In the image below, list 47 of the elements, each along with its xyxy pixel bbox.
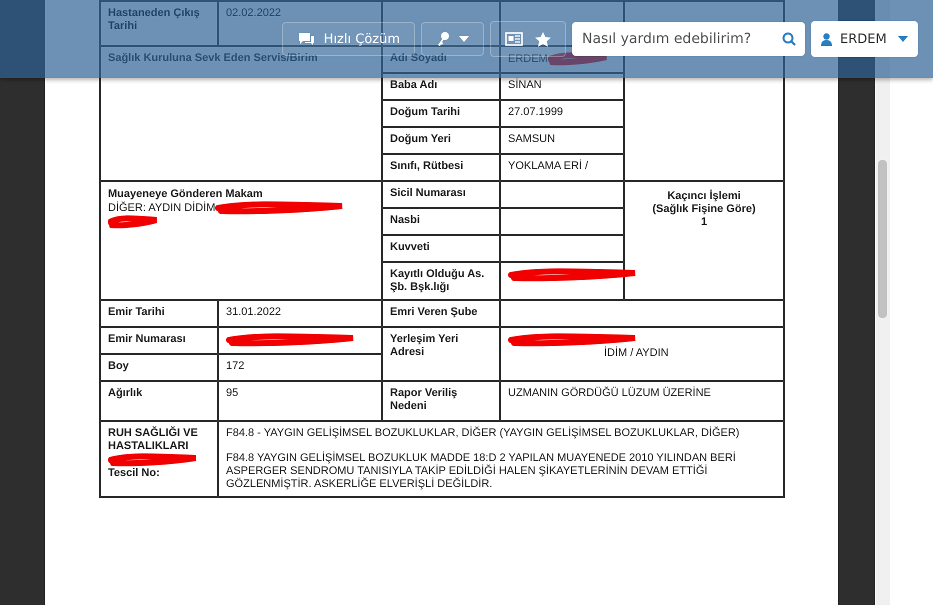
user-menu-button[interactable]: ERDEM (811, 21, 918, 57)
field-value: 95 (226, 387, 238, 399)
field-label: (Sağlık Fişine Göre) (651, 203, 757, 216)
field-value: SİNAN (508, 79, 542, 91)
search-field[interactable]: Nasıl yardım edebilirim? (572, 22, 805, 56)
field-label: Kaçıncı İşlemi (666, 190, 742, 203)
key-icon (436, 31, 450, 47)
field-label: Kuvveti (390, 241, 430, 253)
field-value: 02.02.2022 (226, 7, 282, 19)
field-value: ERDEM (508, 52, 548, 65)
caret-icon (898, 36, 908, 42)
field-label: Boy (108, 360, 129, 372)
field-label: Emir Tarihi (108, 306, 165, 318)
field-label: Tescil No: (108, 467, 160, 479)
field-label: Muayeneye Gönderen Makam (108, 188, 264, 201)
field-label: Doğum Yeri (390, 133, 451, 145)
caret-icon (459, 36, 469, 42)
field-label: Emri Veren Şube (390, 306, 478, 318)
field-value: İDİM / AYDIN (604, 347, 669, 359)
field-value: YOKLAMA ERİ / (508, 160, 588, 172)
chat-icon (296, 32, 315, 46)
field-value: 1 (700, 216, 708, 229)
field-value: 31.01.2022 (226, 306, 282, 318)
field-label: Kayıtlı Olduğu As. Şb. Bşk.lığı (390, 268, 484, 293)
field-label: Sınıfı, Rütbesi (390, 160, 464, 172)
field-value: DİĞER: AYDIN DİDİM (108, 202, 216, 214)
field-value: 27.07.1999 (508, 106, 564, 118)
field-label: Sicil Numarası (390, 187, 466, 199)
id-card-icon[interactable] (505, 32, 523, 46)
field-label: Rapor Veriliş Nedeni (390, 387, 458, 412)
field-label: Nasbi (390, 214, 420, 226)
search-icon[interactable] (782, 32, 796, 46)
field-label: Emir Numarası (108, 333, 186, 345)
field-label: Yerleşim Yeri Adresi (390, 333, 458, 358)
field-label: Doğum Tarihi (390, 106, 460, 118)
diagnosis-text: F84.8 - YAYGIN GELİŞİMSEL BOZUKLUKLAR, DİĞER (YAYGIN GELİŞİMSEL BOZUKLUKLAR, DİĞER) (226, 427, 740, 440)
field-value: SAMSUN (508, 133, 556, 145)
field-label: Ağırlık (108, 387, 142, 399)
field-value: UZMANIN GÖRDÜĞÜ LÜZUM ÜZERİNE (508, 387, 711, 399)
user-icon (821, 32, 832, 46)
star-icon[interactable] (535, 32, 551, 46)
field-value: 172 (226, 360, 244, 372)
field-label: Hastaneden Çıkış Tarihi (108, 7, 200, 32)
field-label: RUH SAĞLIĞI VE HASTALIKLARI (108, 427, 199, 453)
field-label: Baba Adı (390, 79, 438, 91)
scrollbar-thumb[interactable] (878, 160, 887, 318)
decision-text: F84.8 YAYGIN GELİŞİMSEL BOZUKLUK MADDE 18:D 2 YAPILAN MUAYENEDE 2010 YILINDAN BERİ ASPERGER SENDROMU TANISIYLA TAKİP EDİLDİĞİ HALEN ŞİKAYETLERİNİN DEVAM ETTİĞİ GÖZLENMİŞTİR. ASKERLİĞE ELVERİŞLİ DEĞİLDİR. (226, 452, 737, 491)
